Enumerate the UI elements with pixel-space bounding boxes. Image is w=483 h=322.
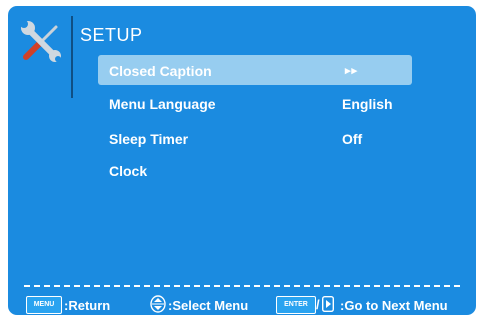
- menu-item-label: Clock: [109, 163, 148, 179]
- menu-item-value: Off: [342, 131, 363, 147]
- menu-title: SETUP: [80, 25, 143, 45]
- select-menu-hint: :Select Menu: [168, 298, 249, 313]
- menu-item-clock[interactable]: Clock: [98, 155, 412, 185]
- menu-item-value: English: [342, 96, 393, 112]
- menu-item-menu-language[interactable]: Menu Language English: [98, 88, 412, 118]
- title-divider: [71, 16, 73, 98]
- enter-key-badge: ENTER: [276, 296, 316, 314]
- menu-item-closed-caption[interactable]: Closed Caption ▸▸: [98, 55, 412, 85]
- submenu-arrow-icon: ▸▸: [345, 65, 359, 77]
- tools-icon: [18, 17, 66, 65]
- menu-item-label: Closed Caption: [109, 63, 212, 79]
- slash-separator: /: [316, 297, 320, 312]
- menu-item-sleep-timer[interactable]: Sleep Timer Off: [98, 123, 412, 153]
- setup-screen: SETUP Closed Caption ▸▸ Menu Language En…: [8, 6, 476, 315]
- menu-item-label: Menu Language: [109, 96, 216, 112]
- next-menu-hint: :Go to Next Menu: [340, 298, 448, 313]
- menu-key-badge: MENU: [26, 296, 62, 314]
- footer-divider: [24, 285, 460, 287]
- right-arrow-icon: [321, 295, 335, 313]
- menu-item-label: Sleep Timer: [109, 131, 189, 147]
- up-down-arrow-icon: [150, 295, 166, 313]
- footer-hints: MENU :Return :Select Menu ENTER / :Go to…: [26, 295, 476, 315]
- return-hint: :Return: [64, 298, 111, 313]
